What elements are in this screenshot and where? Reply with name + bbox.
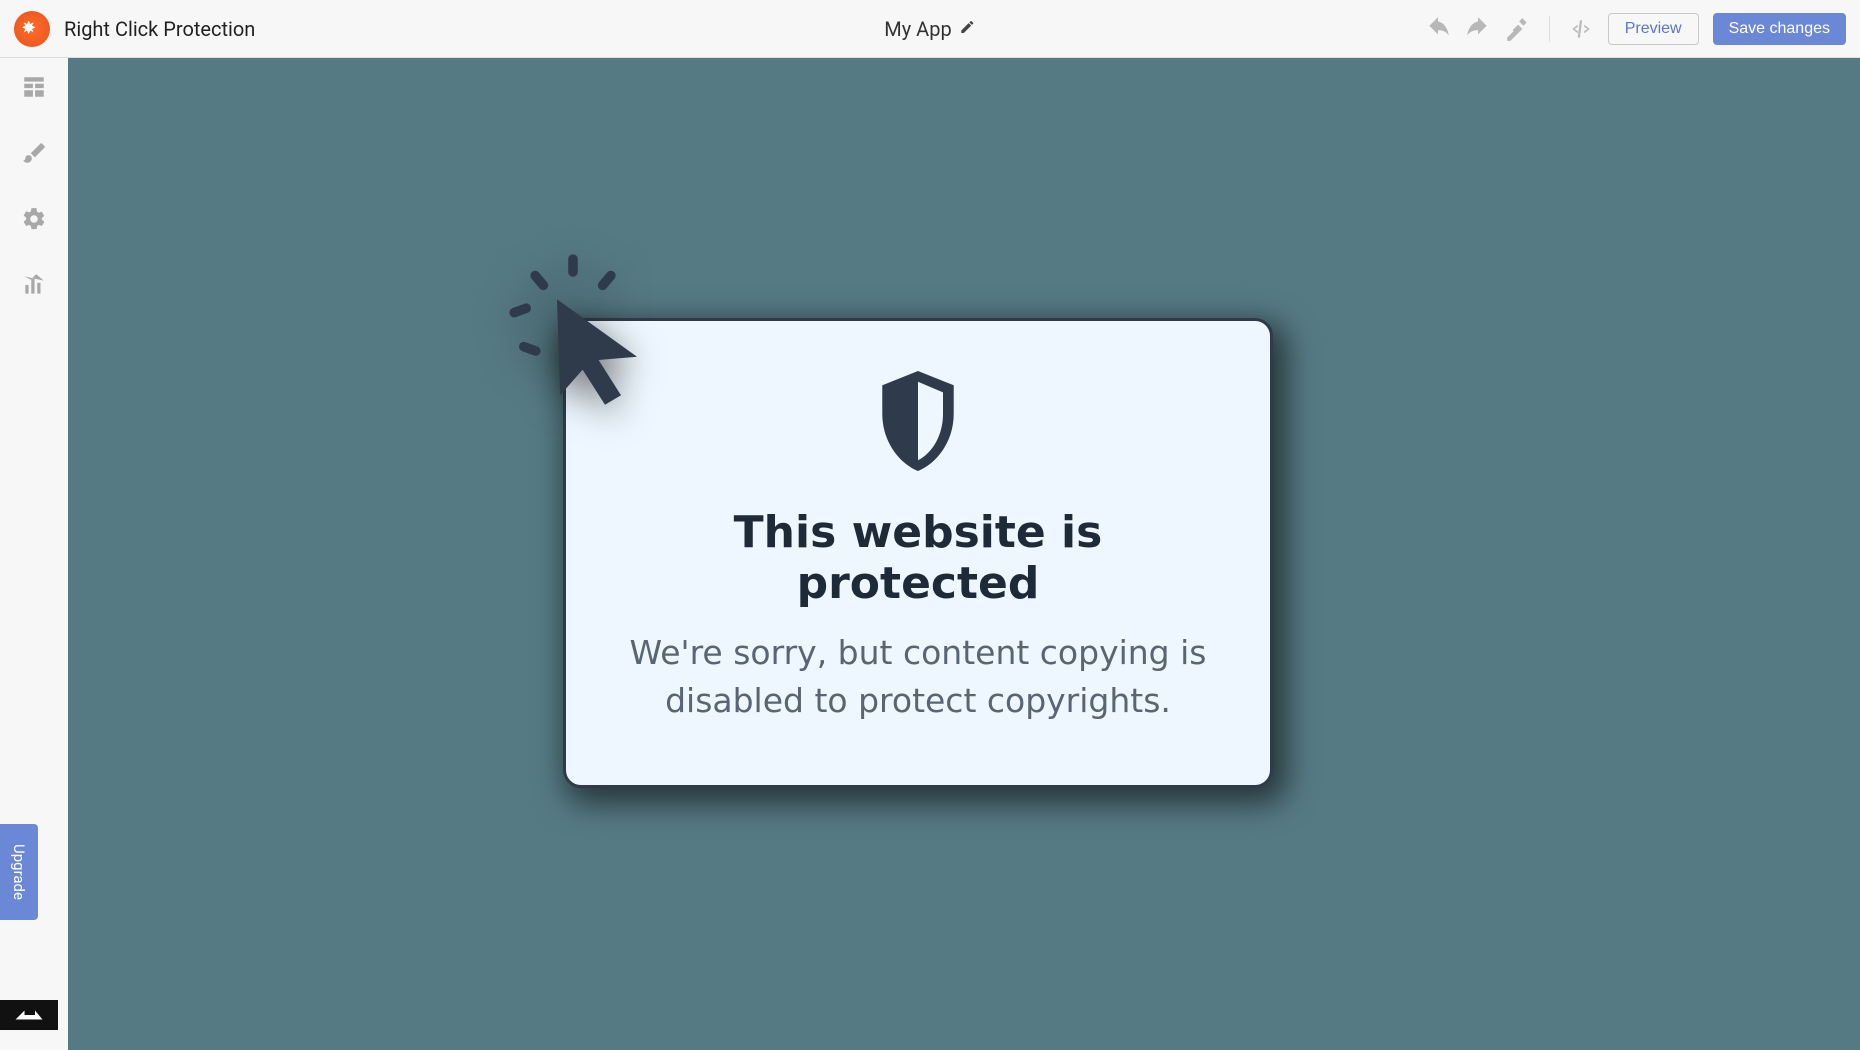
protection-card: This website is protected We're sorry, b… (563, 318, 1273, 788)
upgrade-tab[interactable]: Upgrade (0, 824, 38, 920)
sidebar-stats-icon[interactable] (21, 272, 47, 302)
corner-tag[interactable] (0, 1000, 58, 1030)
canvas[interactable]: This website is protected We're sorry, b… (68, 58, 1860, 1050)
gavel-icon[interactable] (1505, 16, 1531, 42)
page-title: Right Click Protection (64, 17, 255, 41)
save-button[interactable]: Save changes (1713, 13, 1846, 45)
app-name: My App (884, 17, 951, 41)
app-logo[interactable] (14, 11, 50, 47)
card-heading: This website is protected (616, 507, 1220, 609)
sidebar-gear-icon[interactable] (21, 206, 47, 236)
preview-button[interactable]: Preview (1608, 13, 1699, 45)
sidebar-brush-icon[interactable] (21, 140, 47, 170)
toolbar-divider (1549, 16, 1550, 42)
undo-icon[interactable] (1425, 16, 1451, 42)
redo-icon[interactable] (1465, 16, 1491, 42)
sidebar-layout-icon[interactable] (21, 74, 47, 104)
topbar: Right Click Protection My App Preview Sa… (0, 0, 1860, 58)
code-icon[interactable] (1568, 16, 1594, 42)
card-body: We're sorry, but content copying is disa… (616, 629, 1220, 725)
cursor-click-icon (493, 248, 653, 412)
shield-icon (616, 371, 1220, 471)
pencil-icon[interactable] (960, 19, 976, 39)
protection-card-wrap: This website is protected We're sorry, b… (563, 318, 1273, 788)
